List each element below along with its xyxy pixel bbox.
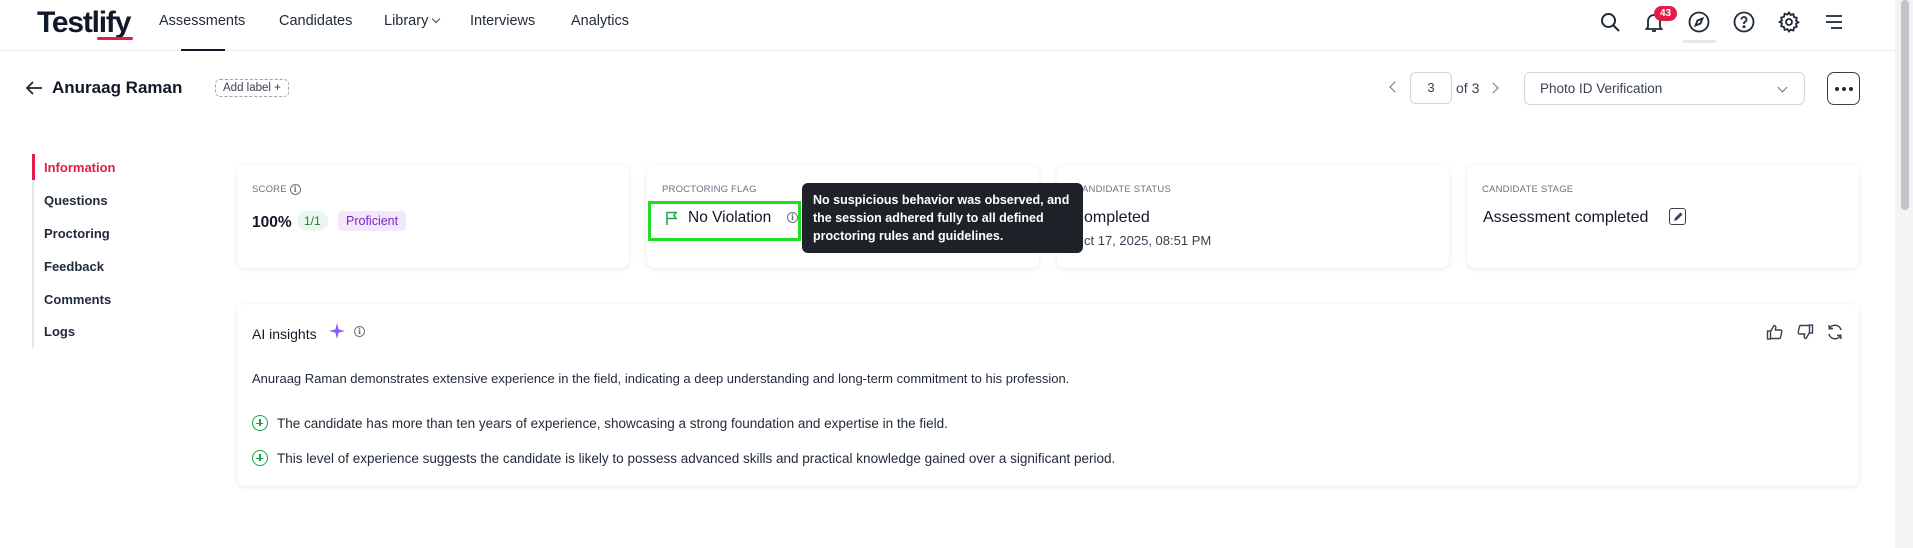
side-menu: Information Questions Proctoring Feedbac… [32, 154, 152, 348]
menu-icon[interactable] [1820, 8, 1848, 36]
gear-icon[interactable] [1775, 8, 1803, 36]
refresh-icon[interactable] [1826, 323, 1844, 341]
previous-candidate-icon[interactable] [1389, 81, 1401, 93]
ai-point-text: This level of experience suggests the ca… [277, 451, 1116, 466]
side-item-proctoring[interactable]: Proctoring [44, 226, 110, 241]
status-label: ANDIDATE STATUS [1082, 184, 1172, 195]
ai-point-text: The candidate has more than ten years of… [277, 416, 948, 431]
info-icon[interactable]: i [354, 326, 365, 337]
score-label-text: SCORE [252, 184, 287, 196]
nav-candidates[interactable]: Candidates [279, 13, 352, 29]
section-select-value: Photo ID Verification [1540, 81, 1663, 96]
search-icon[interactable] [1596, 8, 1624, 36]
side-item-information[interactable]: Information [44, 160, 116, 175]
nav-library-label: Library [384, 13, 429, 29]
add-label-button[interactable]: Add label + [215, 79, 289, 97]
side-item-feedback[interactable]: Feedback [44, 259, 104, 274]
candidate-name: Anuraag Raman [52, 78, 183, 97]
notification-badge: 43 [1654, 6, 1677, 21]
proctoring-tooltip: No suspicious behavior was observed, and… [802, 183, 1083, 253]
page-total: of 3 [1456, 80, 1480, 96]
plus-circle-icon [252, 415, 268, 432]
ai-insights-title: AI insights [252, 326, 317, 342]
nav-active-indicator [181, 49, 225, 51]
more-options-button[interactable] [1827, 72, 1860, 105]
proctoring-value: No Violation [688, 209, 772, 226]
plus-circle-icon [252, 450, 268, 467]
nav-library[interactable]: Library [384, 13, 441, 29]
chevron-down-icon [432, 14, 441, 24]
side-item-logs[interactable]: Logs [44, 324, 75, 339]
score-card: SCORE i 100% 1/1 Proficient [237, 165, 629, 268]
top-navigation: Testlify Assessments Candidates Library … [0, 0, 1895, 51]
ai-point: The candidate has more than ten years of… [252, 415, 948, 432]
proctoring-label: PROCTORING FLAG [662, 184, 757, 195]
score-label: SCORE i [252, 184, 301, 195]
proficiency-badge: Proficient [338, 211, 407, 231]
score-ratio-badge: 1/1 [297, 211, 328, 231]
info-icon[interactable]: i [787, 212, 798, 223]
page-number-input[interactable]: 3 [1410, 72, 1452, 104]
compass-underline [1683, 40, 1716, 43]
thumbs-down-icon[interactable] [1796, 323, 1814, 341]
stage-label: CANDIDATE STAGE [1482, 184, 1574, 195]
nav-interviews[interactable]: Interviews [470, 13, 535, 29]
status-date: ct 17, 2025, 08:51 PM [1084, 233, 1212, 248]
help-icon[interactable] [1730, 8, 1758, 36]
section-select[interactable]: Photo ID Verification [1524, 72, 1805, 105]
scrollbar-thumb[interactable] [1901, 0, 1909, 210]
ai-point: This level of experience suggests the ca… [252, 450, 1116, 467]
ai-insights-card: AI insights i Anuraag Raman demonstrates… [237, 304, 1859, 486]
ai-summary: Anuraag Raman demonstrates extensive exp… [252, 371, 1070, 386]
info-icon[interactable]: i [289, 184, 301, 195]
side-item-questions[interactable]: Questions [44, 193, 108, 208]
sparkle-icon [329, 323, 345, 339]
back-arrow-icon[interactable] [25, 80, 45, 96]
edit-icon[interactable] [1669, 208, 1686, 225]
ai-actions [1766, 323, 1844, 341]
thumbs-up-icon[interactable] [1766, 323, 1784, 341]
flag-icon [664, 210, 680, 226]
logo-underline [97, 37, 133, 40]
next-candidate-icon[interactable] [1487, 82, 1499, 94]
chevron-down-icon [1777, 82, 1788, 93]
nav-assessments[interactable]: Assessments [159, 13, 245, 29]
nav-analytics[interactable]: Analytics [571, 13, 629, 29]
status-value: ompleted [1084, 209, 1150, 226]
compass-icon[interactable] [1685, 8, 1713, 36]
stage-value: Assessment completed [1483, 209, 1649, 226]
score-value: 100% [252, 214, 292, 231]
side-item-comments[interactable]: Comments [44, 292, 111, 307]
side-menu-active-indicator [32, 154, 35, 180]
testlify-logo[interactable]: Testlify [37, 6, 131, 40]
